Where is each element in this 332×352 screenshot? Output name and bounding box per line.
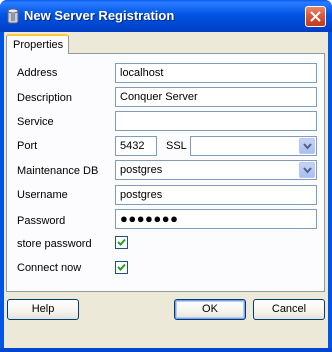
maintenance-db-label: Maintenance DB [17,165,99,177]
address-value: localhost [120,67,164,79]
ok-button[interactable]: OK [174,299,246,320]
cancel-button[interactable]: Cancel [253,299,325,320]
ssl-label: SSL [166,140,187,152]
description-label: Description [17,92,73,104]
tab-properties[interactable]: Properties [6,34,69,54]
chevron-down-icon [303,167,312,174]
close-icon [310,11,321,22]
database-app-icon [7,8,19,24]
window-border-bottom [0,348,332,352]
address-label: Address [17,67,58,79]
description-value: Conquer Server [120,91,198,103]
close-button[interactable] [305,6,326,27]
address-field[interactable]: localhost [115,63,317,83]
title-bar[interactable]: New Server Registration [0,0,332,32]
port-value: 5432 [120,140,145,152]
connect-now-checkbox[interactable] [115,261,128,274]
maintenance-db-dropdown-button[interactable] [299,162,315,178]
username-value: postgres [120,189,163,201]
username-field[interactable]: postgres [115,185,317,205]
password-masked-value: ●●●●●●● [120,211,179,226]
service-label: Service [17,116,54,128]
port-field[interactable]: 5432 [115,136,157,156]
username-label: Username [17,189,68,201]
ssl-dropdown-button[interactable] [299,138,315,154]
store-password-label: store password [17,238,92,250]
window-border-right [328,32,332,352]
description-field[interactable]: Conquer Server [115,87,317,107]
tab-properties-label: Properties [13,39,64,51]
checkmark-icon [117,263,126,271]
maintenance-db-select[interactable]: postgres [115,160,317,180]
window-title: New Server Registration [24,8,175,23]
port-label: Port [17,140,38,152]
service-field[interactable] [115,111,317,131]
store-password-checkbox[interactable] [115,236,128,249]
connect-now-label: Connect now [17,262,82,274]
chevron-down-icon [303,143,312,150]
help-button[interactable]: Help [7,299,79,320]
ssl-select[interactable] [190,136,317,156]
maintenance-db-value: postgres [120,164,163,176]
dialog-window: New Server Registration Properties Addre… [0,0,332,352]
password-label: Password [17,215,66,227]
password-field[interactable]: ●●●●●●● [115,209,317,229]
checkmark-icon [117,238,126,246]
